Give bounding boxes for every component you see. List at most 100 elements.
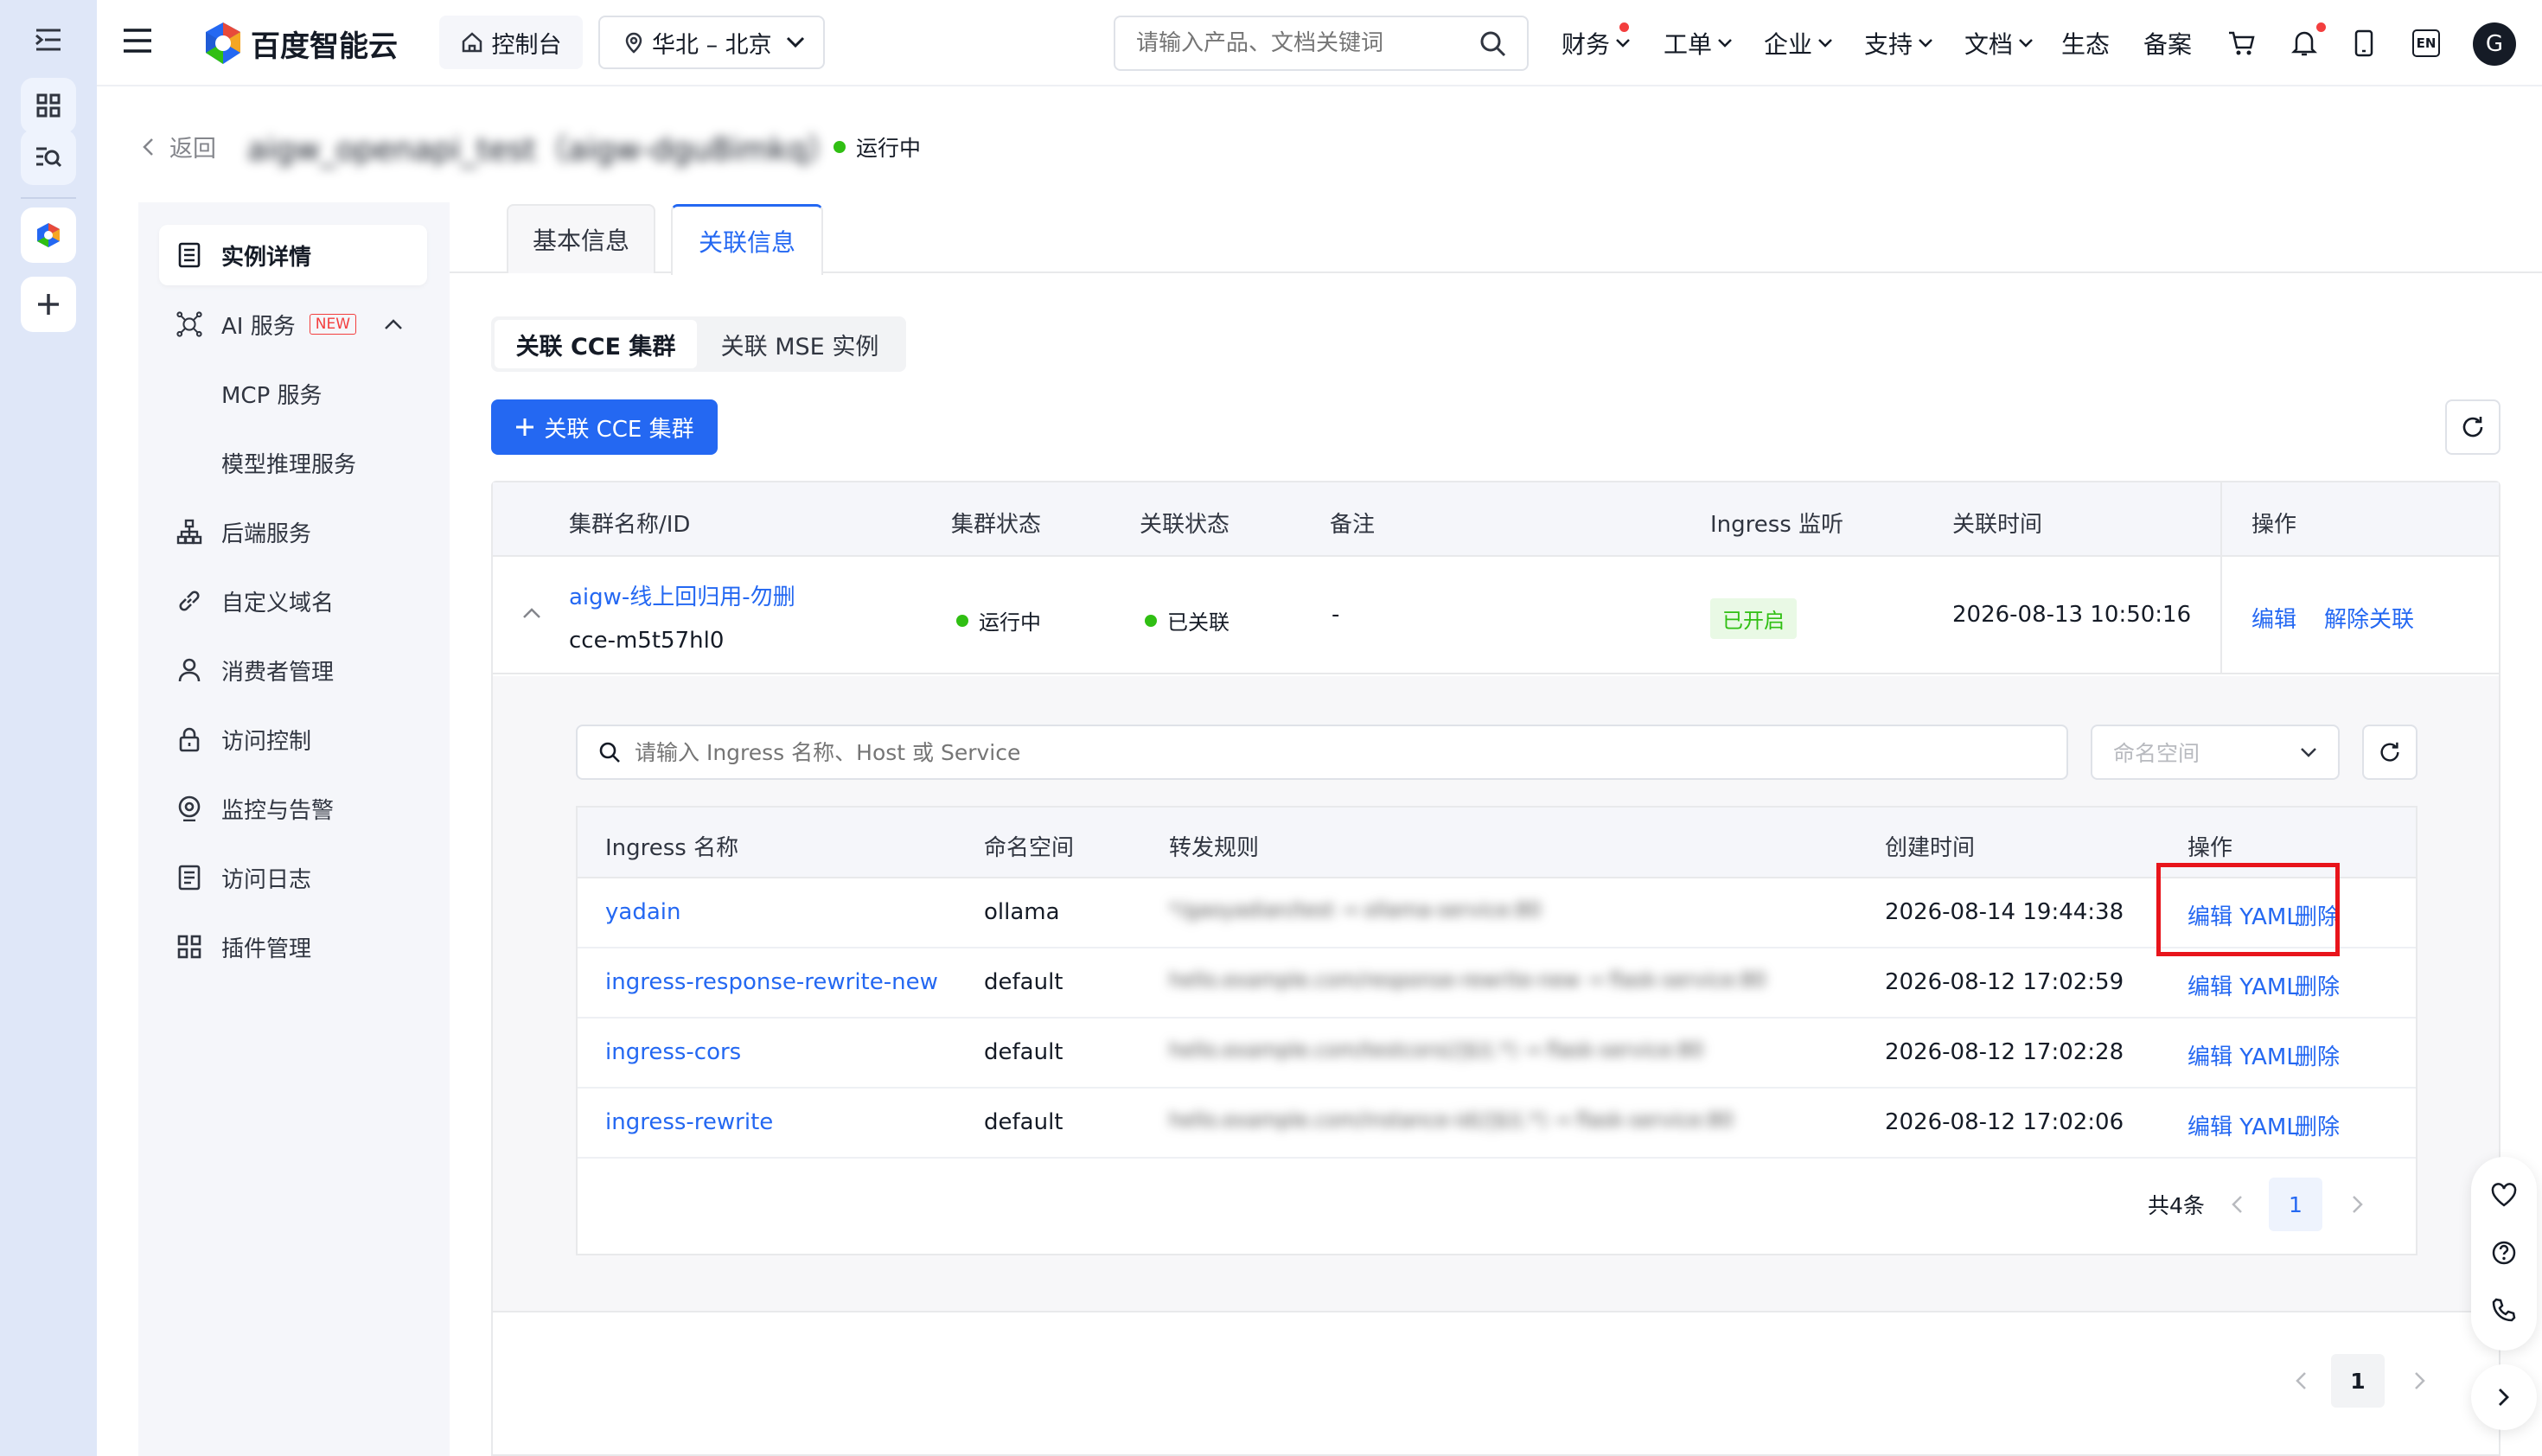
phone-icon[interactable] xyxy=(2491,1297,2517,1323)
tab-basic-info[interactable]: 基本信息 xyxy=(507,204,655,273)
log-icon xyxy=(176,865,202,891)
chevron-down-icon xyxy=(1919,39,1932,48)
sidebar-item-label: 插件管理 xyxy=(221,936,312,962)
created-time: 2026-08-12 17:02:28 xyxy=(1885,1039,2124,1065)
floating-toolbar xyxy=(2471,1157,2537,1351)
console-button[interactable]: 控制台 xyxy=(439,16,583,69)
instance-status-label: 运行中 xyxy=(856,136,922,161)
refresh-button[interactable] xyxy=(2445,399,2500,455)
chevron-left-icon[interactable] xyxy=(2295,1371,2307,1390)
ingress-name-link[interactable]: ingress-response-rewrite-new xyxy=(605,969,938,995)
ingress-search[interactable] xyxy=(576,725,2068,780)
mobile-icon[interactable] xyxy=(2354,29,2374,61)
brand-name: 百度智能云 xyxy=(251,29,398,64)
tab-related-info[interactable]: 关联信息 xyxy=(671,204,823,275)
edit-yaml-link[interactable]: 编辑 YAML xyxy=(2188,969,2299,1001)
notification-dot xyxy=(2316,22,2326,32)
brand-logo[interactable]: 百度智能云 xyxy=(202,21,398,66)
nav-filing-label: 备案 xyxy=(2143,30,2193,59)
page-number[interactable]: 1 xyxy=(2331,1354,2385,1408)
plus-icon xyxy=(516,418,534,436)
region-select[interactable]: 华北 – 北京 xyxy=(598,16,825,69)
search-icon xyxy=(599,742,620,763)
nav-ecosystem-label: 生态 xyxy=(2061,30,2111,59)
cart-icon[interactable] xyxy=(2227,29,2255,61)
search-icon[interactable] xyxy=(1479,29,1506,57)
chevron-down-icon xyxy=(2019,39,2033,48)
global-search-input[interactable] xyxy=(1136,30,1465,56)
subtab-mse[interactable]: 关联 MSE 实例 xyxy=(697,320,903,368)
chevron-down-icon xyxy=(1718,39,1732,48)
sidebar-item-consumer[interactable]: 消费者管理 xyxy=(159,640,427,700)
collapse-chevron-icon[interactable] xyxy=(522,607,541,619)
nav-ticket[interactable]: 工单 xyxy=(1664,26,1733,61)
language-switch[interactable]: EN xyxy=(2412,29,2440,57)
unlink-cluster-link[interactable]: 解除关联 xyxy=(2324,602,2414,634)
edit-yaml-link[interactable]: 编辑 YAML xyxy=(2188,1109,2299,1141)
refresh-icon xyxy=(2380,742,2399,762)
collapse-toolbar-button[interactable] xyxy=(2471,1364,2537,1430)
delete-link[interactable]: 删除 xyxy=(2295,969,2340,1001)
ingress-search-input[interactable] xyxy=(635,739,2018,765)
global-search[interactable] xyxy=(1114,16,1529,71)
nav-support[interactable]: 支持 xyxy=(1864,26,1933,61)
delete-link[interactable]: 删除 xyxy=(2295,1039,2340,1071)
col-header: 关联状态 xyxy=(1140,512,1230,538)
chevron-up-icon[interactable] xyxy=(384,318,403,330)
expand-menu-icon[interactable] xyxy=(21,12,76,67)
add-cce-cluster-button[interactable]: 关联 CCE 集群 xyxy=(491,399,718,455)
cluster-name-link[interactable]: aigw-线上回归用-勿删 xyxy=(569,579,795,611)
document-icon xyxy=(176,242,202,268)
bell-icon[interactable] xyxy=(2290,29,2318,61)
sidebar-item-instance-detail[interactable]: 实例详情 xyxy=(159,225,427,285)
sidebar-item-monitor[interactable]: 监控与告警 xyxy=(159,778,427,839)
ingress-refresh-button[interactable] xyxy=(2362,725,2417,780)
ingress-name-link[interactable]: yadain xyxy=(605,899,680,925)
add-button-label: 关联 CCE 集群 xyxy=(544,416,694,443)
col-header: 操作 xyxy=(2251,512,2297,538)
nav-filing[interactable]: 备案 xyxy=(2143,26,2192,61)
namespace-select[interactable]: 命名空间 xyxy=(2091,725,2340,780)
chevron-right-icon[interactable] xyxy=(2352,1195,2364,1214)
sidebar-item-backend[interactable]: 后端服务 xyxy=(159,501,427,562)
avatar[interactable]: G xyxy=(2473,22,2516,66)
nav-docs[interactable]: 文档 xyxy=(1964,26,2034,61)
namespace-value: default xyxy=(984,969,1063,995)
sidebar-item-access-log[interactable]: 访问日志 xyxy=(159,847,427,908)
dashboard-icon[interactable] xyxy=(21,78,76,133)
subtab-cce[interactable]: 关联 CCE 集群 xyxy=(495,320,697,368)
nav-finance-label: 财务 xyxy=(1562,30,1611,59)
sidebar-item-model-inference[interactable]: 模型推理服务 xyxy=(159,432,427,493)
ingress-name-link[interactable]: ingress-rewrite xyxy=(605,1109,773,1135)
sidebar-item-ai-service[interactable]: AI 服务 NEW xyxy=(159,294,427,354)
assoc-time: 2026-08-13 10:50:16 xyxy=(1952,602,2192,628)
chevron-right-icon[interactable] xyxy=(2414,1371,2426,1390)
cluster-status-label: 运行中 xyxy=(979,610,1041,635)
sidebar-item-access-control[interactable]: 访问控制 xyxy=(159,709,427,770)
region-label: 华北 – 北京 xyxy=(652,31,772,59)
back-link[interactable]: 返回 xyxy=(142,130,216,163)
baidu-cloud-logo-icon[interactable] xyxy=(21,208,76,263)
notification-dot xyxy=(1619,22,1629,32)
nav-ecosystem[interactable]: 生态 xyxy=(2061,26,2110,61)
page-number[interactable]: 1 xyxy=(2268,1178,2322,1231)
sidebar-item-plugins[interactable]: 插件管理 xyxy=(159,916,427,977)
assoc-status: 已关联 xyxy=(1145,605,1229,635)
created-time: 2026-08-12 17:02:06 xyxy=(1885,1109,2124,1135)
col-header: 备注 xyxy=(1330,512,1376,538)
ingress-name-link[interactable]: ingress-cors xyxy=(605,1039,741,1065)
chevron-left-icon[interactable] xyxy=(2231,1195,2243,1214)
instance-status: 运行中 xyxy=(833,131,921,163)
edit-cluster-link[interactable]: 编辑 xyxy=(2251,602,2296,634)
nav-finance[interactable]: 财务 xyxy=(1562,26,1631,61)
sidebar-item-custom-domain[interactable]: 自定义域名 xyxy=(159,571,427,631)
help-icon[interactable] xyxy=(2491,1240,2517,1266)
hamburger-menu-icon[interactable] xyxy=(123,28,152,57)
sidebar-item-mcp[interactable]: MCP 服务 xyxy=(159,363,427,424)
add-shortcut-icon[interactable] xyxy=(21,277,76,332)
delete-link[interactable]: 删除 xyxy=(2295,1109,2340,1141)
nav-enterprise[interactable]: 企业 xyxy=(1764,26,1833,61)
edit-yaml-link[interactable]: 编辑 YAML xyxy=(2188,1039,2299,1071)
heart-icon[interactable] xyxy=(2491,1183,2517,1207)
search-product-icon[interactable] xyxy=(21,130,76,185)
